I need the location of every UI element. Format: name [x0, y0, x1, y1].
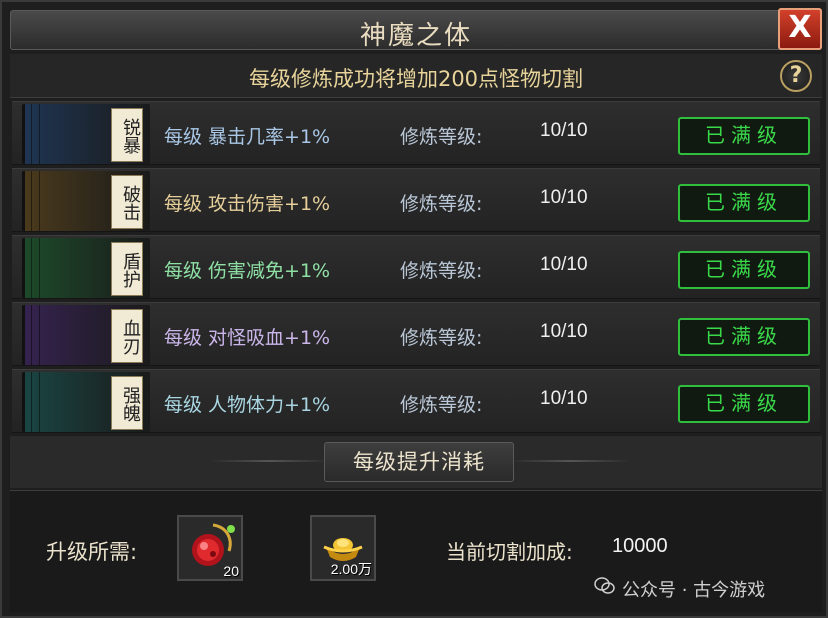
skill-row: 盾护 每级 伤害减免+1% 修炼等级: 10/10 已满级	[12, 235, 820, 299]
item-quantity: 2.00万	[330, 561, 372, 577]
skill-effect: 每级 人物体力+1%	[164, 394, 331, 416]
help-button[interactable]: ?	[780, 60, 812, 92]
skill-book-icon: 盾护	[22, 238, 150, 298]
skill-tag: 血刃	[111, 309, 143, 363]
subtitle-text: 每级修炼成功将增加200点怪物切割	[248, 67, 584, 91]
skill-tag: 锐暴	[111, 108, 143, 162]
watermark-text: 公众号 · 古今游戏	[622, 580, 766, 601]
cultivation-panel: 神魔之体 X 每级修炼成功将增加200点怪物切割 ? 锐暴 每级 暴击几率+1%…	[0, 0, 828, 618]
item-quantity: 20	[223, 563, 239, 579]
level-label: 修炼等级:	[400, 394, 483, 416]
level-value: 10/10	[540, 321, 588, 342]
current-bonus-label: 当前切割加成:	[446, 540, 573, 564]
window-title: 神魔之体	[359, 21, 472, 51]
max-level-button[interactable]: 已满级	[678, 184, 810, 222]
level-label: 修炼等级:	[400, 327, 483, 349]
level-value: 10/10	[540, 254, 588, 275]
skill-row: 破击 每级 攻击伤害+1% 修炼等级: 10/10 已满级	[12, 168, 820, 232]
skill-tag: 盾护	[111, 242, 143, 296]
wechat-icon	[594, 577, 615, 594]
subtitle-bar: 每级修炼成功将增加200点怪物切割	[10, 54, 822, 98]
skill-tag: 强魄	[111, 376, 143, 430]
skill-row: 强魄 每级 人物体力+1% 修炼等级: 10/10 已满级	[12, 369, 820, 433]
level-value: 10/10	[540, 120, 588, 141]
skill-tag: 破击	[111, 175, 143, 229]
skill-row: 血刃 每级 对怪吸血+1% 修炼等级: 10/10 已满级	[12, 302, 820, 366]
skill-effect: 每级 对怪吸血+1%	[164, 327, 331, 349]
level-value: 10/10	[540, 388, 588, 409]
skill-book-icon: 血刃	[22, 305, 150, 365]
skill-book-icon: 破击	[22, 171, 150, 231]
cost-item-slot[interactable]: 20	[177, 515, 243, 581]
max-level-button[interactable]: 已满级	[678, 385, 810, 423]
level-label: 修炼等级:	[400, 126, 483, 148]
cost-section-tab: 每级提升消耗	[324, 442, 514, 482]
current-bonus-value: 10000	[612, 535, 668, 557]
requirement-label: 升级所需:	[46, 540, 138, 564]
skill-effect: 每级 暴击几率+1%	[164, 126, 331, 148]
max-level-button[interactable]: 已满级	[678, 318, 810, 356]
level-value: 10/10	[540, 187, 588, 208]
skill-row: 锐暴 每级 暴击几率+1% 修炼等级: 10/10 已满级	[12, 101, 820, 165]
level-label: 修炼等级:	[400, 193, 483, 215]
max-level-button[interactable]: 已满级	[678, 251, 810, 289]
max-level-button[interactable]: 已满级	[678, 117, 810, 155]
close-button[interactable]: X	[778, 8, 822, 50]
skill-book-icon: 锐暴	[22, 104, 150, 164]
cost-item-slot[interactable]: 2.00万	[310, 515, 376, 581]
skill-book-icon: 强魄	[22, 372, 150, 432]
title-bar: 神魔之体	[10, 10, 822, 51]
skill-effect: 每级 攻击伤害+1%	[164, 193, 331, 215]
level-label: 修炼等级:	[400, 260, 483, 282]
skill-effect: 每级 伤害减免+1%	[164, 260, 331, 282]
